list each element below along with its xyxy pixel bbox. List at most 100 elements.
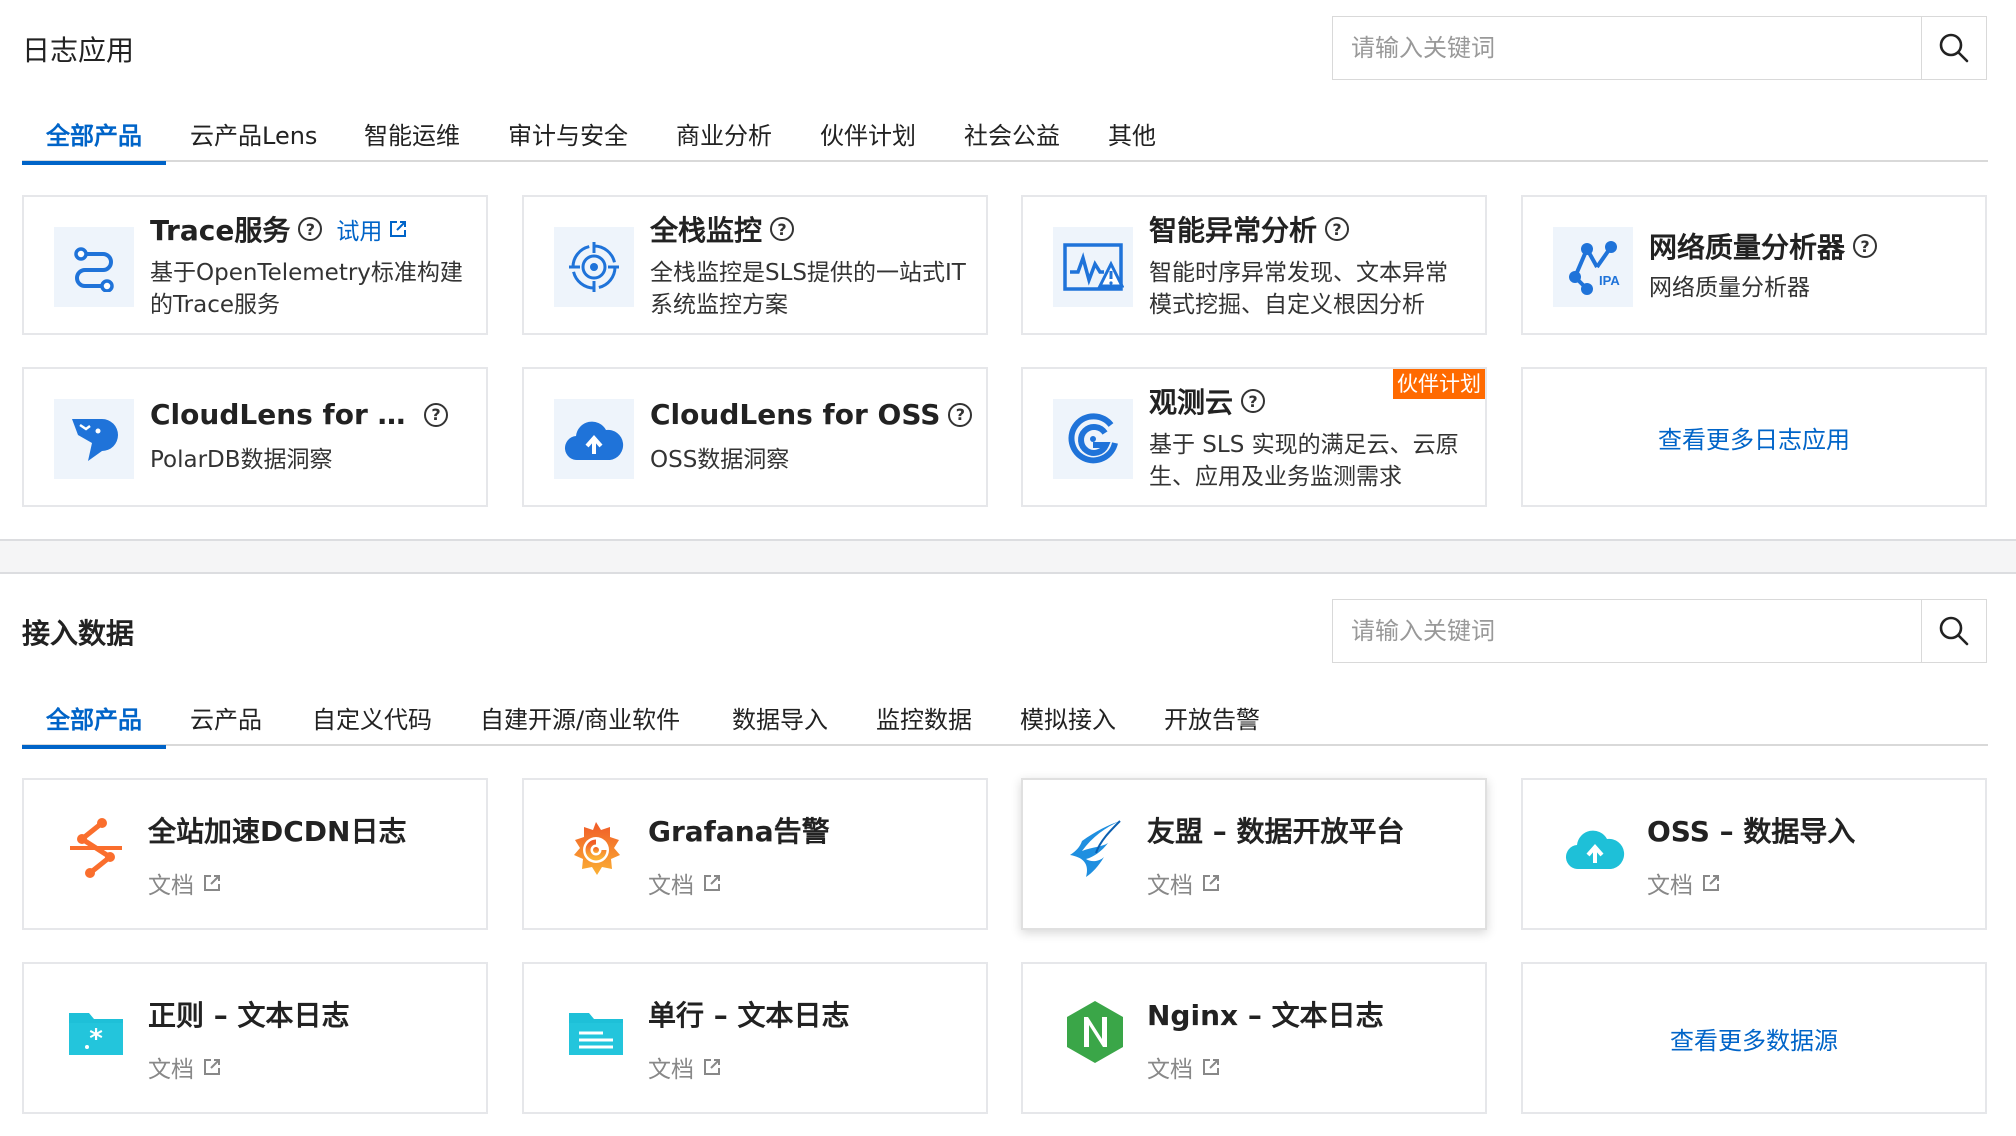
trace-icon: [54, 227, 134, 307]
card-description: 基于 SLS 实现的满足云、云原生、应用及业务监测需求: [1149, 432, 1459, 490]
app-card-cloudlens-oss[interactable]: CloudLens for OSS ? OSS数据洞察: [522, 367, 988, 507]
doc-link[interactable]: 文档: [648, 866, 722, 900]
app-card-guance[interactable]: 伙伴计划 观测云 ? 基于 SLS 实现的满足云、云原生、应用及业务监测需求: [1021, 367, 1487, 507]
data-sources-search-input[interactable]: [1333, 600, 1921, 662]
dcdn-icon: [64, 816, 128, 880]
ds-card-grafana[interactable]: Grafana告警 文档: [522, 778, 988, 930]
ds-card-nginx-log[interactable]: Nginx – 文本日志 文档: [1021, 962, 1487, 1114]
log-apps-section: 日志应用 全部产品 云产品Lens 智能运维 审计与安全 商业分析 伙伴计划 社…: [0, 0, 2016, 539]
doc-link[interactable]: 文档: [1147, 866, 1221, 900]
ds-card-regex-log[interactable]: * 正则 – 文本日志 文档: [22, 962, 488, 1114]
data-sources-search-button[interactable]: [1921, 600, 1986, 662]
card-title: 网络质量分析器: [1649, 231, 1846, 264]
tab-self-hosted-software[interactable]: 自建开源/商业软件: [480, 700, 680, 746]
ds-card-singleline-log[interactable]: 单行 – 文本日志 文档: [522, 962, 988, 1114]
help-icon[interactable]: ?: [424, 402, 448, 427]
external-link-icon: [390, 221, 407, 237]
search-icon: [1939, 33, 1969, 63]
more-log-apps-link[interactable]: 查看更多日志应用: [1521, 367, 1987, 507]
card-title: OSS – 数据导入: [1647, 815, 1856, 848]
help-icon[interactable]: ?: [1241, 389, 1266, 413]
data-sources-title: 接入数据: [22, 617, 135, 650]
tab-public-welfare[interactable]: 社会公益: [964, 116, 1060, 162]
singleline-folder-icon: [564, 1000, 628, 1064]
external-link-icon: [1203, 875, 1219, 891]
svg-text:*: *: [89, 1024, 103, 1054]
tab-all-products[interactable]: 全部产品: [22, 700, 166, 749]
tab-monitoring-data[interactable]: 监控数据: [876, 700, 972, 746]
external-link-icon: [704, 1059, 720, 1075]
data-sources-search: [1332, 599, 1987, 663]
card-title: CloudLens for PolarDB: [150, 398, 416, 431]
card-title: Grafana告警: [648, 815, 830, 848]
tab-audit-security[interactable]: 审计与安全: [508, 116, 628, 162]
oss-cloud-icon: [1563, 816, 1627, 880]
tab-custom-code[interactable]: 自定义代码: [312, 700, 432, 746]
card-title: 全站加速DCDN日志: [148, 815, 407, 848]
log-apps-search: [1332, 16, 1987, 80]
tab-cloud-products[interactable]: 云产品: [190, 700, 262, 746]
ipa-network-icon: IPA: [1553, 227, 1633, 307]
app-card-trace[interactable]: Trace服务 ? 试用 基于OpenTelemetry标准构建的Trace服务: [22, 195, 488, 335]
card-description: 网络质量分析器: [1649, 275, 1810, 301]
oss-cloud-icon: [554, 399, 634, 479]
tab-cloud-lens[interactable]: 云产品Lens: [190, 116, 317, 162]
app-card-anomaly-analysis[interactable]: 智能异常分析 ? 智能时序异常发现、文本异常模式挖掘、自定义根因分析: [1021, 195, 1487, 335]
external-link-icon: [1203, 1059, 1219, 1075]
external-link-icon: [1703, 875, 1719, 891]
nginx-icon: [1063, 1000, 1127, 1064]
more-data-sources-link[interactable]: 查看更多数据源: [1521, 962, 1987, 1114]
doc-link[interactable]: 文档: [148, 1050, 222, 1084]
help-icon[interactable]: ?: [948, 402, 973, 427]
card-description: OSS数据洞察: [650, 447, 790, 473]
app-card-network-quality[interactable]: IPA 网络质量分析器 ? 网络质量分析器: [1521, 195, 1987, 335]
tab-partner-program[interactable]: 伙伴计划: [820, 116, 916, 162]
card-title: 全栈监控: [650, 214, 763, 247]
anomaly-analysis-icon: [1053, 227, 1133, 307]
card-title: 正则 – 文本日志: [148, 999, 350, 1032]
card-description: PolarDB数据洞察: [150, 447, 333, 473]
fullstack-monitor-icon: [554, 227, 634, 307]
app-card-fullstack-monitor[interactable]: 全栈监控 ? 全栈监控是SLS提供的一站式IT系统监控方案: [522, 195, 988, 335]
ds-card-dcdn[interactable]: 全站加速DCDN日志 文档: [22, 778, 488, 930]
tab-simulated-access[interactable]: 模拟接入: [1020, 700, 1116, 746]
umeng-icon: [1063, 816, 1127, 880]
card-description: 基于OpenTelemetry标准构建的Trace服务: [150, 260, 463, 318]
app-card-cloudlens-polardb[interactable]: CloudLens for PolarDB ? PolarDB数据洞察: [22, 367, 488, 507]
tab-other[interactable]: 其他: [1108, 116, 1156, 162]
ds-card-oss-import[interactable]: OSS – 数据导入 文档: [1521, 778, 1987, 930]
log-apps-search-button[interactable]: [1921, 17, 1986, 79]
help-icon[interactable]: ?: [298, 217, 323, 241]
log-apps-search-input[interactable]: [1333, 17, 1921, 79]
tab-data-import[interactable]: 数据导入: [732, 700, 828, 746]
help-icon[interactable]: ?: [1853, 234, 1878, 258]
help-icon[interactable]: ?: [1325, 217, 1350, 241]
doc-link[interactable]: 文档: [1147, 1050, 1221, 1084]
log-apps-tabs: 全部产品 云产品Lens 智能运维 审计与安全 商业分析 伙伴计划 社会公益 其…: [22, 116, 1988, 165]
doc-link[interactable]: 文档: [148, 866, 222, 900]
tab-all-products[interactable]: 全部产品: [22, 116, 166, 165]
tab-business-analysis[interactable]: 商业分析: [676, 116, 772, 162]
card-title: Nginx – 文本日志: [1147, 999, 1384, 1032]
tab-open-alerts[interactable]: 开放告警: [1164, 700, 1260, 746]
external-link-icon: [704, 875, 720, 891]
regex-folder-icon: *: [64, 1000, 128, 1064]
card-title: CloudLens for OSS: [650, 398, 941, 431]
tab-aiops[interactable]: 智能运维: [364, 116, 460, 162]
polardb-bear-icon: [54, 399, 134, 479]
guance-logo-icon: [1053, 399, 1133, 479]
card-title: 友盟 – 数据开放平台: [1147, 815, 1405, 848]
doc-link[interactable]: 文档: [1647, 866, 1721, 900]
ds-card-umeng[interactable]: 友盟 – 数据开放平台 文档: [1021, 778, 1487, 930]
card-description: 全栈监控是SLS提供的一站式IT系统监控方案: [650, 260, 966, 318]
data-sources-tabs: 全部产品 云产品 自定义代码 自建开源/商业软件 数据导入 监控数据 模拟接入 …: [22, 700, 1988, 749]
card-title: 观测云: [1149, 386, 1234, 419]
svg-text:IPA: IPA: [1599, 273, 1620, 288]
card-title: Trace服务: [150, 214, 291, 247]
card-title: 单行 – 文本日志: [648, 999, 850, 1032]
data-sources-section: 接入数据 全部产品 云产品 自定义代码 自建开源/商业软件 数据导入 监控数据 …: [0, 574, 2016, 1136]
external-link-icon: [204, 1059, 220, 1075]
help-icon[interactable]: ?: [770, 217, 795, 241]
trial-link[interactable]: 试用: [336, 212, 408, 246]
doc-link[interactable]: 文档: [648, 1050, 722, 1084]
